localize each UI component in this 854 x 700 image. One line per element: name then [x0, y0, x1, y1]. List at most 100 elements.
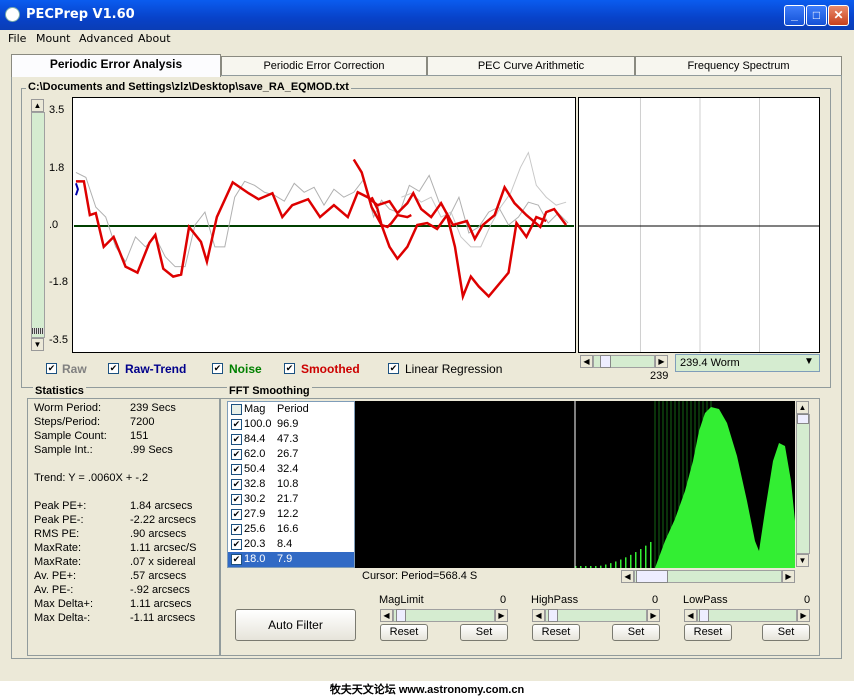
lowpass-right[interactable]: ▶: [797, 609, 810, 622]
harmonic-checkbox[interactable]: ✔: [231, 524, 242, 535]
scroll-up-button[interactable]: ▲: [31, 99, 44, 112]
menu-mount[interactable]: Mount: [36, 32, 70, 45]
stat-value: 7200: [130, 416, 155, 428]
highpass-left[interactable]: ◀: [532, 609, 545, 622]
harmonic-checkbox[interactable]: ✔: [231, 419, 242, 430]
lowpass-reset-button[interactable]: Reset: [684, 624, 732, 641]
harmonic-checkbox[interactable]: ✔: [231, 509, 242, 520]
maglimit-thumb[interactable]: [396, 609, 406, 622]
maglimit-slider[interactable]: [393, 609, 495, 622]
fft-hscroll-thumb[interactable]: [636, 570, 668, 583]
stat-value: 1.84 arcsecs: [130, 500, 193, 512]
list-item[interactable]: ✔ 25.6 16.6: [228, 522, 354, 537]
list-item[interactable]: ✔ 30.2 21.7: [228, 492, 354, 507]
harmonic-mag: 30.2: [244, 493, 266, 505]
spectrum-bar: [650, 541, 652, 568]
maglimit-left[interactable]: ◀: [380, 609, 393, 622]
lowpass-slider[interactable]: [697, 609, 797, 622]
maximize-button[interactable]: □: [806, 5, 827, 26]
noise-checkbox[interactable]: ✔: [212, 363, 223, 374]
harmonic-mag: 27.9: [244, 508, 266, 520]
list-item-selected[interactable]: ✔ 18.0 7.9: [228, 552, 354, 567]
highpass-reset-button[interactable]: Reset: [532, 624, 580, 641]
harmonic-checkbox[interactable]: ✔: [231, 554, 242, 565]
app-icon: [5, 7, 20, 22]
maglimit-value: 0: [500, 594, 507, 606]
mag-header: Mag: [244, 403, 266, 415]
smoothed-curve-3: [370, 196, 412, 229]
spectrum-bar: [600, 565, 602, 568]
fft-scroll-up[interactable]: ▲: [796, 401, 809, 414]
worm-combo-value: 239.4 Worm: [680, 357, 740, 369]
highpass-slider[interactable]: [545, 609, 647, 622]
fft-scroll-track[interactable]: [796, 414, 810, 554]
smoothed-curve: [75, 180, 568, 278]
tab-frequency-spectrum[interactable]: Frequency Spectrum: [635, 56, 842, 76]
pe-plot[interactable]: [72, 97, 576, 353]
harmonic-checkbox[interactable]: ✔: [231, 539, 242, 550]
linear-regression-checkbox[interactable]: ✔: [388, 363, 399, 374]
lowpass-thumb[interactable]: [699, 609, 709, 622]
lowpass-left[interactable]: ◀: [684, 609, 697, 622]
list-item[interactable]: ✔ 27.9 12.2: [228, 507, 354, 522]
lowpass-value: 0: [804, 594, 811, 606]
chevron-down-icon[interactable]: ▼: [804, 356, 814, 367]
stat-value: .57 arcsecs: [130, 570, 187, 582]
highpass-set-button[interactable]: Set: [612, 624, 660, 641]
list-item[interactable]: ✔ 62.0 26.7: [228, 447, 354, 462]
smoothed-curve-2: [352, 158, 547, 302]
highpass-thumb[interactable]: [548, 609, 558, 622]
vertical-scroll-track[interactable]: [31, 112, 45, 338]
maglimit-label: MagLimit: [379, 594, 424, 606]
worm-slider-left[interactable]: ◀: [580, 355, 593, 368]
worm-slider-right[interactable]: ▶: [655, 355, 668, 368]
scroll-down-button[interactable]: ▼: [31, 338, 44, 351]
harmonic-period: 16.6: [277, 523, 299, 535]
stat-value: 151: [130, 430, 149, 442]
scroll-thumb[interactable]: [32, 328, 44, 334]
fft-scroll-down[interactable]: ▼: [796, 554, 809, 567]
list-item[interactable]: ✔ 84.4 47.3: [228, 432, 354, 447]
fft-harmonics-list[interactable]: Mag Period ✔ 100.0 96.9 ✔ 84.4 47.3 ✔ 62.0 26.…: [227, 401, 355, 568]
auto-filter-button[interactable]: Auto Filter: [235, 609, 356, 641]
list-item[interactable]: ✔ 32.8 10.8: [228, 477, 354, 492]
fft-hscroll-right[interactable]: ▶: [782, 570, 795, 583]
harmonic-period: 96.9: [277, 418, 299, 430]
statistics-title: Statistics: [33, 385, 86, 397]
stat-label: MaxRate:: [34, 556, 82, 568]
minimize-button[interactable]: _: [784, 5, 805, 26]
worm-combo[interactable]: 239.4 Worm ▼: [675, 354, 820, 372]
lowpass-set-button[interactable]: Set: [762, 624, 810, 641]
harmonic-checkbox[interactable]: ✔: [231, 464, 242, 475]
list-item[interactable]: ✔ 50.4 32.4: [228, 462, 354, 477]
harmonic-mag: 100.0: [244, 418, 272, 430]
raw-trend-checkbox[interactable]: ✔: [108, 363, 119, 374]
fft-spectrum-plot[interactable]: [355, 401, 795, 568]
fft-hscroll-left[interactable]: ◀: [621, 570, 634, 583]
tab-periodic-error-analysis[interactable]: Periodic Error Analysis: [11, 54, 221, 77]
smoothed-checkbox[interactable]: ✔: [284, 363, 295, 374]
list-item[interactable]: ✔ 20.3 8.4: [228, 537, 354, 552]
raw-trend-label: Raw-Trend: [125, 362, 187, 376]
maglimit-right[interactable]: ▶: [495, 609, 508, 622]
highpass-right[interactable]: ▶: [647, 609, 660, 622]
menu-advanced[interactable]: Advanced: [79, 32, 133, 45]
tab-pec-curve-arithmetic[interactable]: PEC Curve Arithmetic: [427, 56, 635, 76]
tab-periodic-error-correction[interactable]: Periodic Error Correction: [221, 56, 427, 76]
fft-scroll-thumb[interactable]: [797, 414, 809, 424]
raw-checkbox[interactable]: ✔: [46, 363, 57, 374]
worm-plot[interactable]: [578, 97, 820, 353]
maglimit-reset-button[interactable]: Reset: [380, 624, 428, 641]
maglimit-set-button[interactable]: Set: [460, 624, 508, 641]
header-checkbox[interactable]: [231, 404, 242, 415]
menu-about[interactable]: About: [138, 32, 171, 45]
menu-file[interactable]: File: [8, 32, 26, 45]
close-button[interactable]: ✕: [828, 5, 849, 26]
harmonic-checkbox[interactable]: ✔: [231, 434, 242, 445]
list-item[interactable]: ✔ 100.0 96.9: [228, 417, 354, 432]
harmonic-checkbox[interactable]: ✔: [231, 494, 242, 505]
harmonic-checkbox[interactable]: ✔: [231, 479, 242, 490]
worm-slider-thumb[interactable]: [600, 355, 611, 368]
harmonic-checkbox[interactable]: ✔: [231, 449, 242, 460]
stat-label: Sample Int.:: [34, 444, 93, 456]
